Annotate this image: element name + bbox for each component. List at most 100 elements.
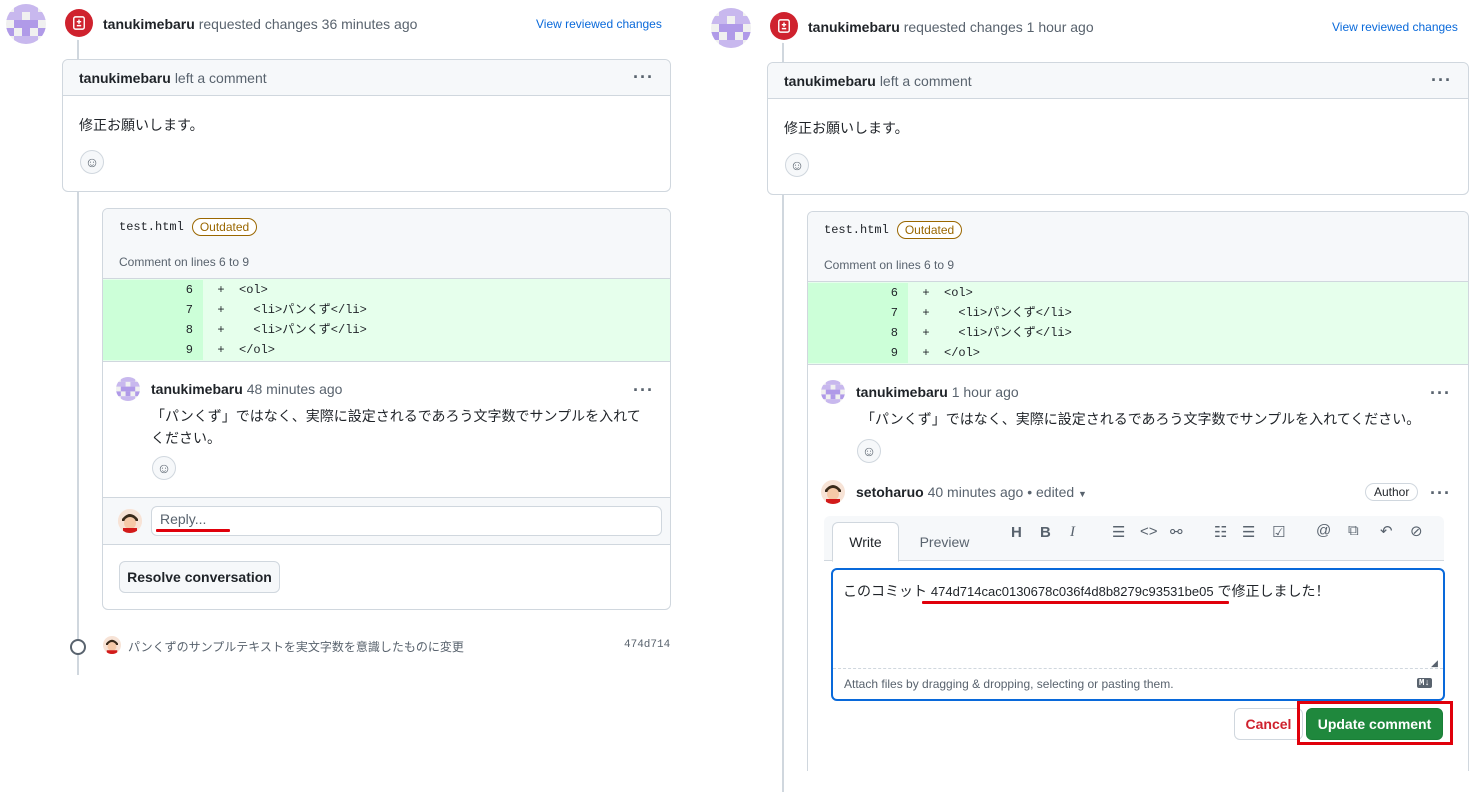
request-changes-icon xyxy=(65,9,93,37)
reply-time[interactable]: 1 hour ago xyxy=(952,384,1019,400)
lines-label: Comment on lines 6 to 9 xyxy=(103,245,670,279)
commit-sha-reference: 474d714cac0130678c036f4d8b8279c93531be05 xyxy=(930,584,1214,599)
diff-row: 8 + <li>パンくず</li> xyxy=(103,320,670,340)
review-comment: tanukimebaru left a comment ··· 修正お願いします… xyxy=(62,59,671,192)
file-header: test.html Outdated xyxy=(103,209,670,245)
file-name[interactable]: test.html xyxy=(119,220,184,234)
diff-row: 6 + <ol> xyxy=(103,280,670,300)
mention-icon[interactable]: @ xyxy=(1316,522,1331,539)
add-reaction-icon[interactable]: ☺ xyxy=(857,439,881,463)
kebab-icon[interactable]: ··· xyxy=(1431,70,1452,91)
reply-body: 「パンくず」ではなく、実際に設定されるであろう文字数でサンプルを入れてください。 xyxy=(151,408,641,446)
review-header: tanukimebaru requested changes 1 hour ag… xyxy=(808,19,1094,35)
textarea-divider xyxy=(833,668,1443,669)
review-user[interactable]: tanukimebaru xyxy=(808,19,900,35)
resize-handle-icon[interactable]: ◢ xyxy=(1431,658,1438,669)
numbered-list-icon[interactable]: ☰ xyxy=(1242,523,1255,541)
edit-user[interactable]: setoharuo xyxy=(856,484,924,500)
attach-hint[interactable]: Attach files by dragging & dropping, sel… xyxy=(844,677,1174,691)
kebab-icon[interactable]: ··· xyxy=(1430,383,1451,404)
right-panel: tanukimebaru requested changes 1 hour ag… xyxy=(702,0,1476,792)
kebab-icon[interactable]: ··· xyxy=(1430,483,1451,504)
edit-header: setoharuo 40 minutes ago • edited ▼ xyxy=(856,484,1087,500)
reply-user[interactable]: tanukimebaru xyxy=(151,381,243,397)
view-reviewed-changes-link[interactable]: View reviewed changes xyxy=(1332,20,1458,34)
comment-textarea[interactable]: このコミット 474d714cac0130678c036f4d8b8279c93… xyxy=(831,568,1445,701)
comment-header: tanukimebaru left a comment ··· xyxy=(768,63,1468,99)
diff-row: 9 + </ol> xyxy=(808,343,1468,363)
diff-row: 7 + <li>パンくず</li> xyxy=(103,300,670,320)
markdown-icon[interactable]: M↓ xyxy=(1417,678,1432,688)
slash-command-icon[interactable]: ⊘ xyxy=(1410,522,1423,540)
comment-user[interactable]: tanukimebaru xyxy=(79,70,171,86)
comment-text: このコミット 474d714cac0130678c036f4d8b8279c93… xyxy=(843,581,1329,601)
diff-block: 6 + <ol> 7 + <li>パンくず</li> 8 + <li>パンくず</li>… xyxy=(808,282,1468,365)
bold-icon[interactable]: B xyxy=(1040,524,1051,541)
lines-label: Comment on lines 6 to 9 xyxy=(808,248,1468,282)
reply-header: tanukimebaru 48 minutes ago xyxy=(151,381,342,397)
comment-header: tanukimebaru left a comment ··· xyxy=(63,60,670,96)
reply-time[interactable]: 48 minutes ago xyxy=(247,381,343,397)
cancel-button[interactable]: Cancel xyxy=(1234,708,1303,740)
resolve-conversation-button[interactable]: Resolve conversation xyxy=(119,561,280,593)
comment-text-suffix: で修正しました！ xyxy=(1213,583,1330,599)
view-reviewed-changes-link[interactable]: View reviewed changes xyxy=(536,17,662,31)
diff-row: 7 + <li>パンくず</li> xyxy=(808,303,1468,323)
italic-icon[interactable]: I xyxy=(1070,524,1075,541)
chevron-down-icon[interactable]: ▼ xyxy=(1078,489,1087,499)
link-icon[interactable]: ⚯ xyxy=(1170,523,1183,541)
commit-author-avatar[interactable] xyxy=(103,636,121,654)
file-header: test.html Outdated xyxy=(808,212,1468,248)
edited-label[interactable]: • edited xyxy=(1027,484,1074,500)
add-reaction-icon[interactable]: ☺ xyxy=(785,153,809,177)
diff-row: 9 + </ol> xyxy=(103,340,670,360)
review-thread: test.html Outdated Comment on lines 6 to… xyxy=(102,208,671,610)
cross-reference-icon[interactable]: ⧉ xyxy=(1348,522,1359,539)
sha-highlight-underline xyxy=(922,601,1229,604)
current-user-avatar xyxy=(118,509,142,533)
comment-body: 修正お願いします。 xyxy=(784,120,909,136)
review-user[interactable]: tanukimebaru xyxy=(103,16,195,32)
commit-sha[interactable]: 474d714 xyxy=(624,639,670,651)
comment-user[interactable]: tanukimebaru xyxy=(784,73,876,89)
tab-write[interactable]: Write xyxy=(832,522,899,562)
edit-time[interactable]: 40 minutes ago xyxy=(928,484,1024,500)
review-thread: test.html Outdated Comment on lines 6 to… xyxy=(807,211,1469,771)
review-action: requested changes 36 minutes ago xyxy=(198,16,418,32)
update-button-highlight-box xyxy=(1297,701,1453,745)
outdated-badge: Outdated xyxy=(896,221,963,239)
tab-preview[interactable]: Preview xyxy=(907,522,982,562)
reply-highlight-underline xyxy=(156,529,230,532)
comment-action: left a comment xyxy=(879,72,972,89)
quote-icon[interactable]: ☰ xyxy=(1112,523,1125,541)
bullet-list-icon[interactable]: ☷ xyxy=(1214,523,1227,541)
reply-body: 「パンくず」ではなく、実際に設定されるであろう文字数でサンプルを入れてください。 xyxy=(861,411,1421,427)
reply-author-avatar[interactable] xyxy=(116,377,140,401)
commit-node-icon xyxy=(70,639,86,655)
reviewer-avatar[interactable] xyxy=(6,4,46,44)
task-list-icon[interactable]: ☑ xyxy=(1272,523,1285,541)
outdated-badge: Outdated xyxy=(191,218,258,236)
file-name[interactable]: test.html xyxy=(824,223,889,237)
diff-block: 6 + <ol> 7 + <li>パンくず</li> 8 + <li>パンくず</li>… xyxy=(103,279,670,362)
heading-icon[interactable]: H xyxy=(1011,524,1022,541)
reply-user[interactable]: tanukimebaru xyxy=(856,384,948,400)
reply-author-avatar[interactable] xyxy=(821,380,845,404)
reply-header: tanukimebaru 1 hour ago xyxy=(856,384,1019,400)
code-icon[interactable]: <> xyxy=(1140,523,1158,540)
reviewer-avatar[interactable] xyxy=(711,8,751,48)
left-panel: tanukimebaru requested changes 36 minute… xyxy=(0,0,700,792)
add-reaction-icon[interactable]: ☺ xyxy=(80,150,104,174)
kebab-icon[interactable]: ··· xyxy=(633,380,654,401)
reply-icon[interactable]: ↶ xyxy=(1380,522,1393,540)
request-changes-icon xyxy=(770,12,798,40)
add-reaction-icon[interactable]: ☺ xyxy=(152,456,176,480)
commit-message[interactable]: パンくずのサンプルテキストを実文字数を意識したものに変更 xyxy=(128,638,464,655)
edit-author-avatar[interactable] xyxy=(821,480,845,504)
review-comment: tanukimebaru left a comment ··· 修正お願いします… xyxy=(767,62,1469,195)
kebab-icon[interactable]: ··· xyxy=(633,67,654,88)
diff-row: 8 + <li>パンくず</li> xyxy=(808,323,1468,343)
review-action: requested changes 1 hour ago xyxy=(903,19,1094,35)
comment-action: left a comment xyxy=(174,69,267,86)
author-badge: Author xyxy=(1365,483,1419,501)
